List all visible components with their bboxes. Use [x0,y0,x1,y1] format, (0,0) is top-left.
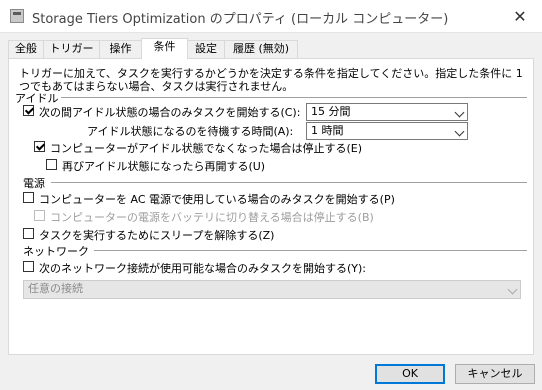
stop-if-not-idle-label[interactable]: コンピューターがアイドル状態でなくなった場合は停止する(E) [50,140,362,156]
wake-label[interactable]: タスクを実行するためにスリープを解除する(Z) [39,227,274,243]
ac-only-label[interactable]: コンピューターを AC 電源で使用している場合のみタスクを開始する(P) [39,191,395,207]
stop-on-battery-label[interactable]: コンピューターの電源をバッテリに切り替える場合は停止する(B) [50,209,374,225]
task-scheduler-icon [10,9,24,23]
conditions-panel: トリガーに加えて、タスクを実行するかどうかを決定する条件を指定してください。指定… [8,58,534,355]
cancel-button[interactable]: キャンセル [455,364,535,384]
tab-settings[interactable]: 設定 [187,40,225,58]
ac-only-checkbox[interactable] [23,192,34,203]
tab-general[interactable]: 全般 [8,40,44,58]
wait-duration-select[interactable]: 1 時間 [306,122,468,140]
stop-if-not-idle-checkbox[interactable] [34,141,45,152]
restart-if-idle-label[interactable]: 再びアイドル状態になったら再開する(U) [62,158,265,174]
chevron-down-icon [454,126,465,137]
title-bar: Storage Tiers Optimization のプロパティ (ローカル … [0,0,542,33]
idle-duration-select[interactable]: 15 分間 [306,103,468,121]
tab-history[interactable]: 履歴 (無効) [224,40,298,58]
stop-on-battery-checkbox[interactable] [34,210,45,221]
network-divider [94,250,527,251]
ok-button[interactable]: OK [375,364,445,384]
idle-divider [61,97,527,98]
close-icon: ✕ [513,6,527,26]
wake-checkbox[interactable] [23,228,34,239]
network-connection-select[interactable]: 任意の接続 [23,280,521,299]
idle-duration-value: 15 分間 [311,105,351,118]
close-button[interactable]: ✕ [506,4,534,28]
network-connection-value: 任意の接続 [28,282,83,295]
tab-triggers[interactable]: トリガー [43,40,100,58]
power-divider [51,182,527,183]
chevron-down-icon [454,107,465,118]
tab-actions[interactable]: 操作 [99,40,142,58]
wait-duration-value: 1 時間 [311,124,344,137]
window-title: Storage Tiers Optimization のプロパティ (ローカル … [32,12,449,27]
only-if-network-checkbox[interactable] [23,261,34,272]
start-only-if-idle-label[interactable]: 次の間アイドル状態の場合のみタスクを開始する(C): [39,104,300,120]
restart-if-idle-checkbox[interactable] [46,159,57,170]
network-header: ネットワーク [23,245,89,258]
start-only-if-idle-checkbox[interactable] [23,105,34,116]
only-if-network-label[interactable]: 次のネットワーク接続が使用可能な場合のみタスクを開始する(Y): [39,260,366,276]
intro-text: トリガーに加えて、タスクを実行するかどうかを決定する条件を指定してください。指定… [19,67,523,93]
tab-conditions[interactable]: 条件 [141,38,188,59]
power-header: 電源 [23,177,45,190]
wait-label: アイドル状態になるのを待機する時間(A): [87,125,294,138]
chevron-down-icon [507,284,518,295]
